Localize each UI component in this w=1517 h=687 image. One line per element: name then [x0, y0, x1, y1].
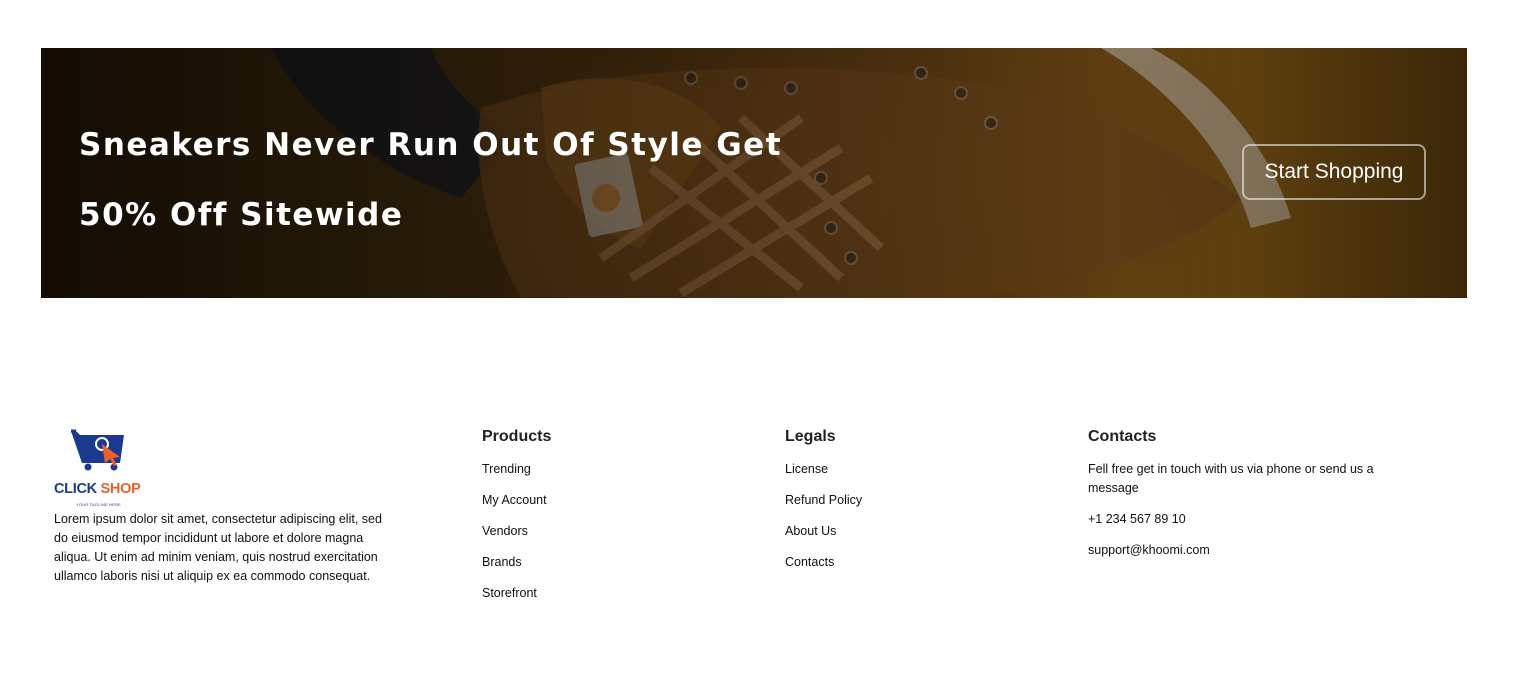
products-column: Products Trending My Account Vendors Bra…	[482, 427, 551, 615]
banner-headline: Sneakers Never Run Out Of Style Get 50% …	[79, 110, 839, 250]
footer-link-refund-policy[interactable]: Refund Policy	[785, 493, 862, 507]
about-text: Lorem ipsum dolor sit amet, consectetur …	[54, 512, 382, 583]
contact-email-link[interactable]: support@khoomi.com	[1088, 543, 1210, 557]
click-shop-logo[interactable]: CLICK SHOP YOUR TAGLINE HERE	[54, 427, 164, 511]
banner-headline-line2: 50% Off Sitewide	[79, 197, 404, 233]
footer-link-about-us[interactable]: About Us	[785, 524, 836, 538]
contacts-column: Contacts Fell free get in touch with us …	[1088, 427, 1388, 572]
logo-tagline: YOUR TAGLINE HERE	[76, 502, 122, 507]
legals-column: Legals License Refund Policy About Us Co…	[785, 427, 862, 584]
footer-link-contacts[interactable]: Contacts	[785, 555, 834, 569]
contact-message: Fell free get in touch with us via phone…	[1088, 462, 1374, 495]
footer-link-my-account[interactable]: My Account	[482, 493, 547, 507]
contact-phone-link[interactable]: +1 234 567 89 10	[1088, 512, 1186, 526]
legals-heading: Legals	[785, 428, 836, 445]
footer-link-vendors[interactable]: Vendors	[482, 524, 528, 538]
contacts-heading: Contacts	[1088, 428, 1157, 445]
products-heading: Products	[482, 428, 552, 445]
footer-link-trending[interactable]: Trending	[482, 462, 531, 476]
footer-link-storefront[interactable]: Storefront	[482, 586, 537, 600]
footer-link-brands[interactable]: Brands	[482, 555, 522, 569]
promo-banner: Sneakers Never Run Out Of Style Get 50% …	[41, 48, 1467, 298]
logo-wordmark: CLICK SHOP	[54, 481, 141, 497]
start-shopping-button[interactable]: Start Shopping	[1242, 144, 1426, 200]
banner-headline-line1: Sneakers Never Run Out Of Style Get	[79, 127, 783, 163]
footer-link-license[interactable]: License	[785, 462, 828, 476]
shopping-cart-icon	[71, 429, 124, 471]
